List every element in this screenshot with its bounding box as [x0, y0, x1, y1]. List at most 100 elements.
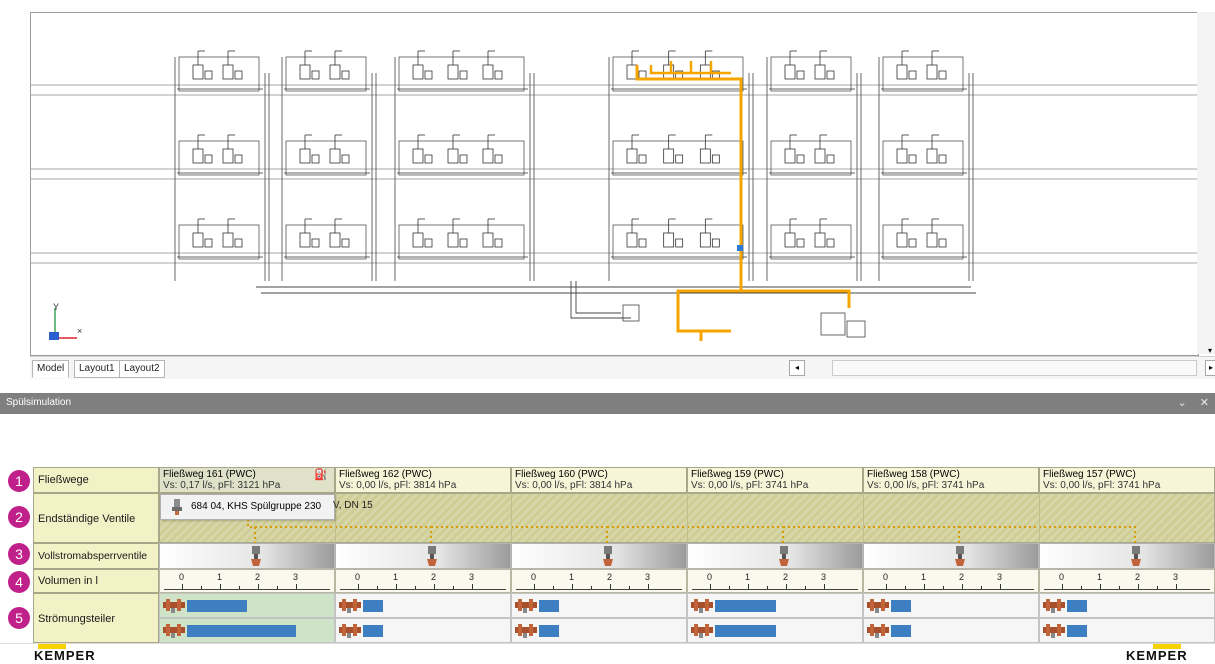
shutoff-valve-cell[interactable] [1039, 543, 1215, 569]
sink-fixture [908, 70, 917, 80]
shutoff-valve-cell[interactable] [687, 543, 863, 569]
flow-divider-cell[interactable] [159, 618, 335, 643]
flow-divider-cell[interactable] [511, 618, 687, 643]
volume-tick-label: 0 [179, 572, 185, 582]
end-valve-cell [687, 493, 688, 543]
row-label-shutoff-valves: Vollstromabsperrventile [33, 543, 159, 569]
active-flush-path [741, 289, 851, 308]
volume-tick [396, 584, 397, 589]
row-label-flow-dividers: Strömungsteiler [33, 593, 159, 643]
pipe-fitting-icon [339, 624, 361, 638]
flow-divider-cell[interactable] [335, 593, 511, 618]
volume-tick-label: 2 [1135, 572, 1141, 582]
horizontal-scrollbar[interactable] [832, 360, 1197, 376]
volume-minor-tick [239, 586, 240, 589]
volume-tick [434, 584, 435, 589]
riser-box [285, 56, 367, 92]
vertical-scrollbar[interactable] [1197, 12, 1215, 354]
flow-path-header[interactable]: Fließweg 162 (PWC) Vs: 0,00 l/s, pFl: 381… [335, 467, 511, 493]
wc-fixture [663, 232, 675, 248]
shutoff-valve-cell[interactable] [159, 543, 335, 569]
scroll-left-icon[interactable]: ◂ [789, 360, 805, 376]
volume-scale: 0 1 2 3 [335, 569, 511, 593]
pipe-fitting-icon [163, 599, 185, 613]
scroll-right-icon[interactable]: ▸ [1205, 360, 1215, 376]
tab-model[interactable]: Model [32, 360, 70, 378]
volume-minor-tick [729, 586, 730, 589]
wc-fixture [222, 64, 234, 80]
row-label-flow-paths: Fließwege [33, 467, 159, 493]
wc-fixture [784, 64, 796, 80]
wc-fixture [626, 232, 638, 248]
wc-fixture [299, 148, 311, 164]
flow-rate-bar [187, 625, 296, 637]
end-valve-cell [511, 493, 512, 543]
tooltip-text-overflow: V, DN 15 [333, 500, 373, 511]
flow-path-header[interactable]: Fließweg 160 (PWC) Vs: 0,00 l/s, pFl: 381… [511, 467, 687, 493]
sink-fixture [938, 70, 947, 80]
flow-path-header[interactable]: Fließweg 157 (PWC) Vs: 0,00 l/s, pFl: 374… [1039, 467, 1215, 493]
flow-divider-cell[interactable] [159, 593, 335, 618]
tab-layout1[interactable]: Layout1 [74, 360, 120, 378]
flow-divider-cell[interactable] [1039, 593, 1215, 618]
riser-box [770, 224, 852, 260]
volume-scale: 0 1 2 3 [1039, 569, 1215, 593]
pipe-fitting-icon [515, 599, 537, 613]
flow-divider-cell[interactable] [511, 593, 687, 618]
flow-divider-cell[interactable] [863, 593, 1039, 618]
volume-tick [472, 584, 473, 589]
step-badge-3: 3 [8, 543, 30, 565]
flush-valve-icon [172, 499, 182, 515]
wc-fixture [192, 148, 204, 164]
volume-minor-tick [377, 586, 378, 589]
flow-path-name: Fließweg 162 (PWC) [339, 469, 432, 480]
piping-drawing: Y× [31, 50, 1198, 341]
wc-fixture [447, 232, 459, 248]
volume-tick-label: 1 [217, 572, 223, 582]
flow-path-header[interactable]: Fließweg 159 (PWC) Vs: 0,00 l/s, pFl: 374… [687, 467, 863, 493]
volume-tick [648, 584, 649, 589]
riser-box [178, 140, 260, 176]
volume-tick [534, 584, 535, 589]
wc-fixture [192, 64, 204, 80]
close-icon[interactable]: ✕ [1200, 397, 1209, 409]
volume-tick-label: 1 [1097, 572, 1103, 582]
flow-path-values: Vs: 0,17 l/s, pFl: 3121 hPa [163, 480, 281, 491]
sink-fixture [424, 238, 433, 248]
volume-tick-label: 2 [255, 572, 261, 582]
volume-tick-label: 2 [607, 572, 613, 582]
tap-icon: ⛽ [314, 469, 328, 481]
cad-drawing-area[interactable]: Y × [30, 12, 1199, 356]
shutoff-valve-cell[interactable] [335, 543, 511, 569]
volume-tick [924, 584, 925, 589]
flow-rate-bar [715, 600, 776, 612]
volume-tick [748, 584, 749, 589]
flow-path-header[interactable]: Fließweg 158 (PWC) Vs: 0,00 l/s, pFl: 374… [863, 467, 1039, 493]
kemper-logo-left: KEMPER [34, 648, 96, 663]
row-label-end-valves: Endständige Ventile [33, 493, 159, 543]
volume-axis [1044, 589, 1210, 590]
volume-minor-tick [453, 586, 454, 589]
sink-fixture [459, 154, 468, 164]
step-badge-4: 4 [8, 571, 30, 593]
flow-divider-cell[interactable] [687, 593, 863, 618]
shutoff-valve-cell[interactable] [863, 543, 1039, 569]
wc-fixture [329, 148, 341, 164]
sink-fixture [675, 154, 684, 164]
scroll-down-icon[interactable]: ▾ [1205, 346, 1215, 356]
axis-y-label: Y [53, 302, 59, 312]
wc-fixture [482, 232, 494, 248]
wc-fixture [482, 148, 494, 164]
flow-divider-cell[interactable] [335, 618, 511, 643]
flow-path-header[interactable]: Fließweg 161 (PWC) Vs: 0,17 l/s, pFl: 312… [159, 467, 335, 493]
flow-divider-cell[interactable] [687, 618, 863, 643]
volume-tick [258, 584, 259, 589]
volume-tick-label: 1 [569, 572, 575, 582]
flow-divider-cell[interactable] [863, 618, 1039, 643]
collapse-icon[interactable]: ⌄ [1178, 397, 1187, 409]
flow-divider-cell[interactable] [1039, 618, 1215, 643]
wc-fixture [896, 64, 908, 80]
panel-title: Spülsimulation [6, 397, 72, 408]
tab-layout2[interactable]: Layout2 [119, 360, 165, 378]
shutoff-valve-cell[interactable] [511, 543, 687, 569]
